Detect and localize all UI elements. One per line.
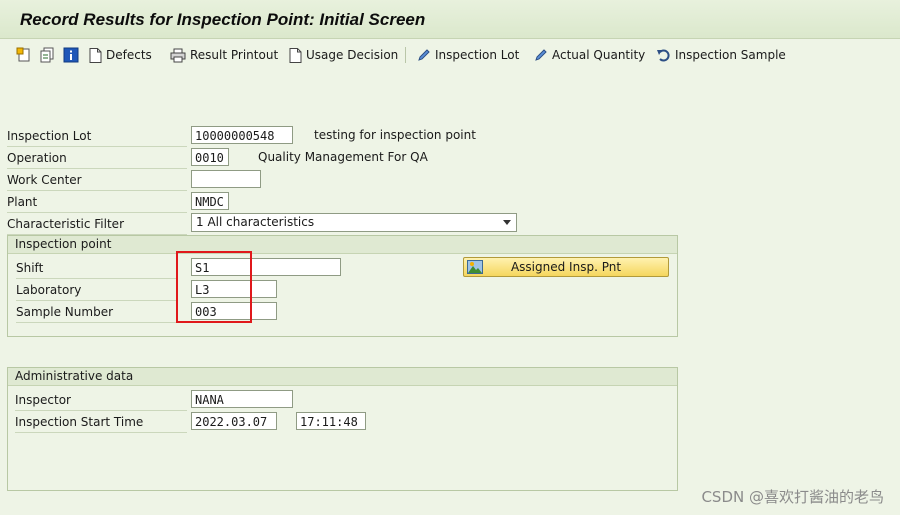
actual-quantity-button[interactable]: Actual Quantity <box>534 45 645 65</box>
pencil-icon <box>418 49 430 61</box>
document-icon <box>289 47 302 63</box>
plant-label: Plant <box>7 191 187 213</box>
dropdown-arrow-icon <box>503 220 511 225</box>
sample-number-input[interactable]: 003 <box>191 302 277 320</box>
inspection-start-time-label: Inspection Start Time <box>15 411 187 433</box>
shift-input[interactable]: S1 <box>191 258 341 276</box>
sample-number-label: Sample Number <box>16 301 178 323</box>
result-printout-label: Result Printout <box>190 48 279 62</box>
inspection-sample-label: Inspection Sample <box>675 48 786 62</box>
undo-arrow-icon <box>657 49 670 61</box>
operation-input[interactable]: 0010 <box>191 148 229 166</box>
inspection-start-time-input[interactable]: 17:11:48 <box>296 412 366 430</box>
info-button[interactable] <box>63 45 79 65</box>
new-document-button[interactable] <box>16 45 32 65</box>
pencil-icon <box>535 49 547 61</box>
inspection-lot-button[interactable]: Inspection Lot <box>417 45 519 65</box>
inspection-point-title: Inspection point <box>8 236 677 254</box>
work-center-input[interactable] <box>191 170 261 188</box>
laboratory-input[interactable]: L3 <box>191 280 277 298</box>
watermark: CSDN @喜欢打酱油的老鸟 <box>701 488 884 506</box>
operation-description: Quality Management For QA <box>258 150 428 164</box>
new-document-icon <box>16 47 30 62</box>
characteristic-filter-label: Characteristic Filter <box>7 213 187 235</box>
application-toolbar: Defects Result Printout Usage Decision I… <box>0 39 900 71</box>
inspection-lot-label: Inspection Lot <box>7 125 187 147</box>
inspector-label: Inspector <box>15 389 187 411</box>
inspection-sample-button[interactable]: Inspection Sample <box>656 45 786 65</box>
defects-button[interactable]: Defects <box>89 45 152 65</box>
actual-quantity-label: Actual Quantity <box>552 48 646 62</box>
info-icon <box>63 47 79 63</box>
inspector-input[interactable]: NANA <box>191 390 293 408</box>
copy-document-icon <box>40 47 54 63</box>
inspection-lot-label: Inspection Lot <box>435 48 520 62</box>
laboratory-label: Laboratory <box>16 279 178 301</box>
copy-document-button[interactable] <box>39 45 55 65</box>
result-printout-button[interactable]: Result Printout <box>170 45 278 65</box>
administrative-data-title: Administrative data <box>8 368 677 386</box>
inspection-lot-description: testing for inspection point <box>314 128 476 142</box>
page-title: Record Results for Inspection Point: Ini… <box>20 10 426 29</box>
characteristic-filter-select[interactable]: 1 All characteristics <box>191 213 517 232</box>
document-icon <box>89 47 102 63</box>
work-center-label: Work Center <box>7 169 187 191</box>
printer-icon <box>170 48 186 62</box>
shift-label: Shift <box>16 257 178 279</box>
toolbar-separator <box>405 47 406 63</box>
characteristic-filter-value: 1 All characteristics <box>196 215 315 229</box>
assigned-insp-pnt-label: Assigned Insp. Pnt <box>510 260 622 274</box>
plant-input[interactable]: NMDC <box>191 192 229 210</box>
title-bar: Record Results for Inspection Point: Ini… <box>0 0 900 39</box>
usage-decision-label: Usage Decision <box>306 48 399 62</box>
operation-label: Operation <box>7 147 187 169</box>
assigned-insp-pnt-button[interactable]: Assigned Insp. Pnt <box>463 257 669 277</box>
inspection-lot-input[interactable]: 10000000548 <box>191 126 293 144</box>
defects-label: Defects <box>106 48 152 62</box>
mountain-icon <box>467 260 483 274</box>
inspection-start-date-input[interactable]: 2022.03.07 <box>191 412 277 430</box>
usage-decision-button[interactable]: Usage Decision <box>289 45 398 65</box>
